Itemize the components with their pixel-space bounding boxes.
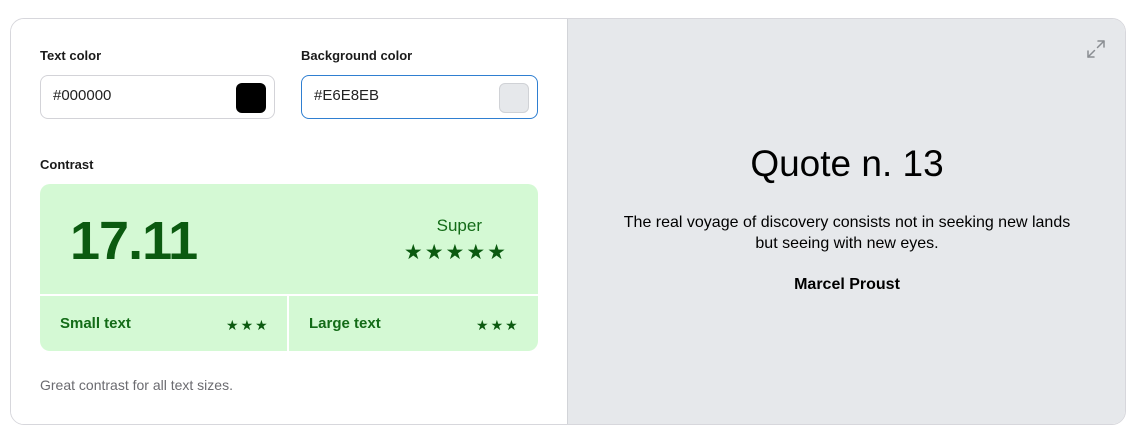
background-color-swatch[interactable]	[499, 83, 529, 113]
quote-title: Quote n. 13	[750, 143, 944, 184]
star-icon: ★	[476, 317, 491, 333]
divider	[287, 296, 289, 351]
large-text-label: Large text	[309, 315, 381, 332]
rating-label: Super	[436, 216, 482, 235]
star-icon: ★	[240, 317, 256, 333]
background-color-label: Background color	[301, 48, 413, 63]
large-text-stars: ★★★	[476, 317, 520, 334]
divider	[40, 294, 538, 296]
small-text-stars: ★★★	[226, 317, 270, 334]
text-color-input[interactable]	[53, 87, 223, 104]
star-icon: ★	[445, 241, 467, 264]
expand-icon[interactable]	[1086, 39, 1106, 59]
preview-panel: Quote n. 13 The real voyage of discovery…	[567, 19, 1125, 424]
contrast-ratio: 17.11	[70, 211, 198, 271]
star-icon: ★	[466, 241, 488, 264]
rating-stars: ★★★★★	[404, 240, 508, 265]
background-color-field[interactable]	[301, 75, 538, 119]
star-icon: ★	[505, 317, 520, 333]
background-color-input[interactable]	[314, 87, 484, 104]
star-icon: ★	[403, 241, 425, 264]
star-icon: ★	[255, 317, 270, 333]
star-icon: ★	[424, 241, 446, 264]
star-icon: ★	[226, 317, 241, 333]
small-text-label: Small text	[60, 315, 131, 332]
controls-panel: Text color Background color Contrast 17.…	[11, 19, 567, 424]
contrast-label: Contrast	[40, 157, 94, 172]
contrast-hint: Great contrast for all text sizes.	[40, 377, 233, 393]
quote-author: Marcel Proust	[794, 276, 900, 293]
text-color-swatch[interactable]	[236, 83, 266, 113]
text-color-label: Text color	[40, 48, 102, 63]
star-icon: ★	[487, 241, 508, 264]
contrast-checker-card: Text color Background color Contrast 17.…	[10, 18, 1126, 425]
quote-text: The real voyage of discovery consists no…	[623, 214, 1071, 252]
text-color-field[interactable]	[40, 75, 275, 119]
star-icon: ★	[490, 317, 506, 333]
contrast-result-box: 17.11 Super ★★★★★ Small text ★★★ Large t…	[40, 184, 538, 351]
